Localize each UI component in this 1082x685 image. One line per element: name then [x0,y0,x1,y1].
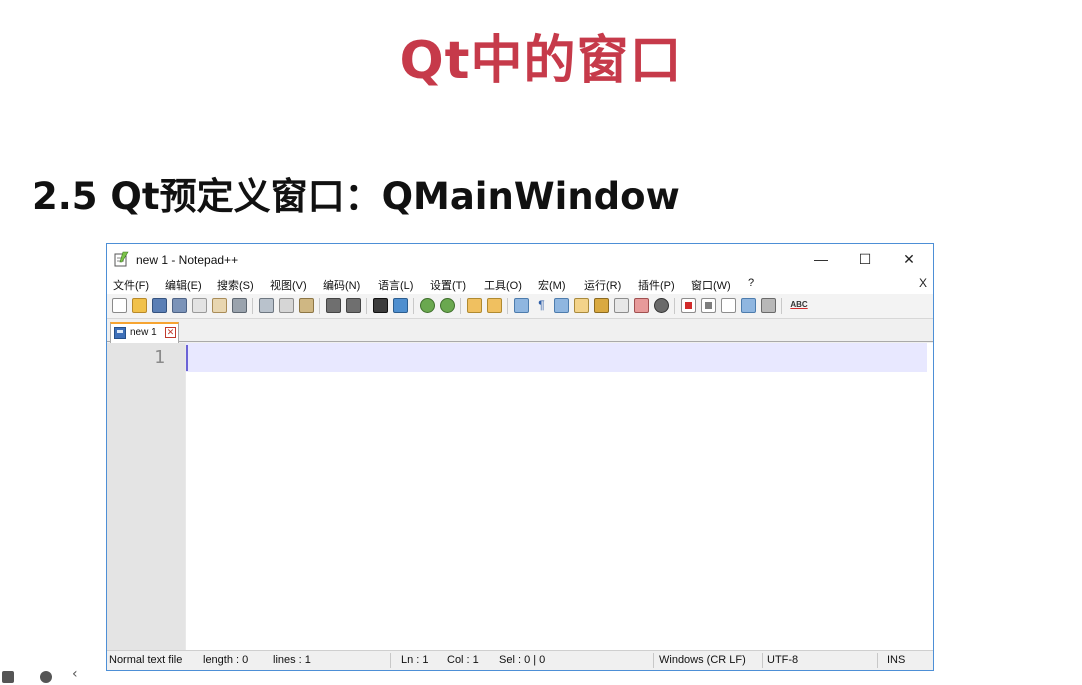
status-insert-mode[interactable]: INS [887,654,905,666]
menu-window[interactable]: 窗口(W) [691,277,731,293]
tab-label: new 1 [130,327,157,338]
menu-file[interactable]: 文件(F) [113,277,149,293]
find-icon[interactable] [373,298,388,313]
menu-plugins[interactable]: 插件(P) [638,277,675,293]
toolbar-separator [366,298,367,314]
slide-title: Qt中的窗口 [399,31,683,91]
fold-margin[interactable] [185,343,186,650]
notepad-plus-plus-window: new 1 - Notepad++ — ☐ ✕ 文件(F) 编辑(E) 搜索(S… [106,243,934,671]
status-separator [877,653,878,668]
toolbar-separator [413,298,414,314]
toolbar-separator [674,298,675,314]
toolbar-separator [507,298,508,314]
title-bar[interactable]: new 1 - Notepad++ — ☐ ✕ [107,244,933,275]
maximize-button[interactable]: ☐ [845,247,885,271]
tab-new-1[interactable]: new 1 ✕ [110,322,179,343]
cut-icon[interactable] [259,298,274,313]
zoom-in-icon[interactable] [420,298,435,313]
play-macro-icon[interactable] [721,298,736,313]
save-icon[interactable] [152,298,167,313]
document-close-button[interactable]: X [919,276,927,290]
line-number: 1 [154,347,165,368]
status-length: length : 0 [203,654,249,666]
status-eol[interactable]: Windows (CR LF) [659,654,746,666]
sync-vertical-icon[interactable] [467,298,482,313]
monitoring-icon[interactable] [654,298,669,313]
menu-settings[interactable]: 设置(T) [430,277,466,293]
toolbar-separator [460,298,461,314]
menu-view[interactable]: 视图(V) [270,277,307,293]
menu-help[interactable]: ? [748,277,754,289]
close-icon[interactable] [192,298,207,313]
saved-file-icon [114,327,126,339]
indent-guide-icon[interactable] [554,298,569,313]
menu-edit[interactable]: 编辑(E) [165,277,202,293]
toolbar-separator [252,298,253,314]
status-bar: Normal text file length : 0 lines : 1 Ln… [107,650,933,670]
redo-icon[interactable] [346,298,361,313]
back-icon[interactable]: ‹ [72,666,78,682]
menu-encoding[interactable]: 编码(N) [323,277,360,293]
status-file-type: Normal text file [109,654,183,666]
doc-map-icon[interactable] [594,298,609,313]
status-encoding[interactable]: UTF-8 [767,654,798,666]
record-macro-icon[interactable] [681,298,696,313]
presentation-controls: ‹ [0,666,100,685]
slides-icon[interactable] [2,671,14,683]
print-icon[interactable] [232,298,247,313]
new-file-icon[interactable] [112,298,127,313]
sync-horizontal-icon[interactable] [487,298,502,313]
minimize-button[interactable]: — [801,247,841,271]
slide-subtitle: 2.5 Qt预定义窗口：QMainWindow [32,175,680,218]
line-number-gutter: 1 [107,343,185,650]
udl-icon[interactable] [574,298,589,313]
tab-close-icon[interactable]: ✕ [165,327,176,338]
status-separator [653,653,654,668]
close-button[interactable]: ✕ [889,247,929,271]
undo-icon[interactable] [326,298,341,313]
copy-icon[interactable] [279,298,294,313]
toolbar-separator [319,298,320,314]
stop-macro-icon[interactable] [701,298,716,313]
menu-language[interactable]: 语言(L) [378,277,413,293]
close-all-icon[interactable] [212,298,227,313]
tab-bar: new 1 ✕ [107,320,933,343]
toolbar: ¶ ABC [107,294,933,319]
window-title: new 1 - Notepad++ [136,253,239,267]
function-list-icon[interactable] [614,298,629,313]
current-line-highlight[interactable] [186,343,927,372]
open-file-icon[interactable] [132,298,147,313]
toolbar-separator [781,298,782,314]
word-wrap-icon[interactable] [514,298,529,313]
editor-area[interactable]: 1 [107,343,933,650]
zoom-out-icon[interactable] [440,298,455,313]
status-separator [762,653,763,668]
menu-tools[interactable]: 工具(O) [484,277,522,293]
notepad-plus-plus-icon [114,251,129,267]
spell-check-icon[interactable]: ABC [788,298,810,313]
menu-search[interactable]: 搜索(S) [217,277,254,293]
status-col: Col : 1 [447,654,479,666]
status-separator [390,653,391,668]
save-all-icon[interactable] [172,298,187,313]
menu-macro[interactable]: 宏(M) [538,277,566,293]
replace-icon[interactable] [393,298,408,313]
status-lines: lines : 1 [273,654,311,666]
status-sel: Sel : 0 | 0 [499,654,546,666]
save-macro-icon[interactable] [761,298,776,313]
menu-run[interactable]: 运行(R) [584,277,621,293]
folder-as-workspace-icon[interactable] [634,298,649,313]
chat-icon[interactable] [40,671,52,683]
run-macro-multiple-icon[interactable] [741,298,756,313]
menu-bar: 文件(F) 编辑(E) 搜索(S) 视图(V) 编码(N) 语言(L) 设置(T… [107,275,933,294]
status-ln: Ln : 1 [401,654,429,666]
show-all-chars-icon[interactable]: ¶ [534,298,549,313]
text-caret [186,345,188,371]
paste-icon[interactable] [299,298,314,313]
